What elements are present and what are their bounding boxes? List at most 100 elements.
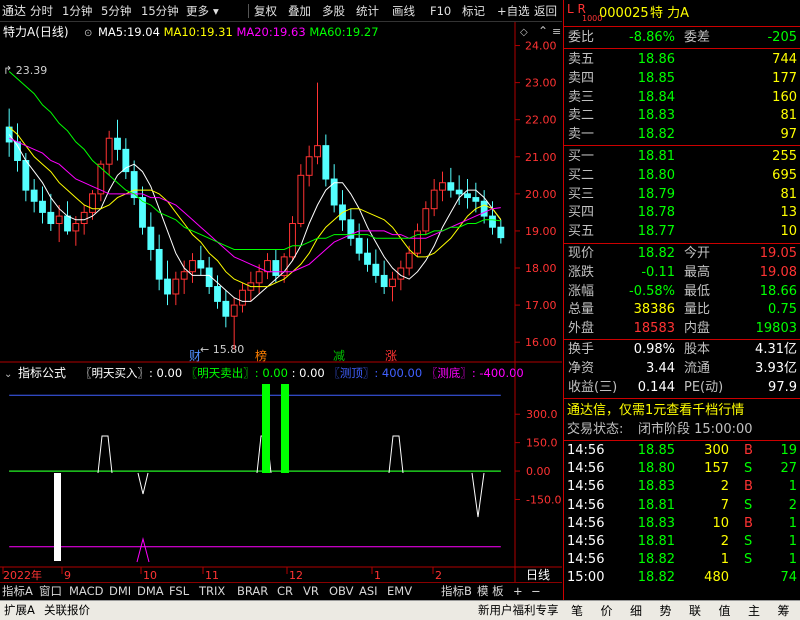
buy-level[interactable]: 买二 18.80 695 [564,167,800,185]
tick-row[interactable]: 14:56 18.80 157 S 27 [564,460,800,478]
marker-finance[interactable]: 财 [189,349,201,363]
candle-body [197,260,205,269]
candle-body [55,215,63,225]
tick-row[interactable]: 14:56 18.83 10 B 1 [564,515,800,533]
signal-peak [97,435,113,474]
buy-level[interactable]: 买四 18.78 13 [564,204,800,222]
indicator-tab-7[interactable]: BRAR [237,583,268,601]
status-related-quote[interactable]: 关联报价 [44,601,90,620]
toolbar-item-5min[interactable]: 5分钟 [101,0,131,22]
indicator-tab-1[interactable]: 窗口 [39,583,62,601]
marker-rise[interactable]: 涨 [385,348,397,363]
ma-values-line: MA5:19.04 MA10:19.31 MA20:19.63 MA60:19.… [98,25,379,39]
tick-row[interactable]: 14:56 18.83 2 B 1 [564,478,800,496]
candle-body [239,289,246,306]
sell-level[interactable]: 卖五 18.86 744 [564,51,800,69]
fundamental-row[interactable]: 净资 3.44 流通 3.93亿 [564,360,800,378]
tick-row[interactable]: 14:56 18.82 1 S 1 [564,551,800,569]
sell-level[interactable]: 卖二 18.83 81 [564,107,800,125]
indicator-tab-14[interactable]: 模 板 [477,583,504,601]
candle-body [389,278,396,288]
ad-banner[interactable]: 通达信，仅需1元查看千档行情 [564,402,800,420]
toolbar-item-multi[interactable]: 多股 [322,0,345,22]
indicator-tab-8[interactable]: CR [277,583,293,601]
chevron-down-icon[interactable]: ▾ [213,0,219,22]
toolbar-item-back[interactable]: 返回 [534,0,557,22]
stat-row[interactable]: 外盘 18583 内盘 19803 [564,320,800,338]
toolbar-item-more[interactable]: 更多 [186,0,209,22]
indicator-tab-9[interactable]: VR [303,583,319,601]
tick-row[interactable]: 15:00 18.82 480 74 [564,569,800,587]
quote-tab-1[interactable]: 价 [595,603,619,619]
quote-tab-0[interactable]: 笔 [565,603,589,619]
candle-body [39,200,46,213]
buy-level[interactable]: 买五 18.77 10 [564,223,800,241]
toolbar-item-overlay[interactable]: 叠加 [288,0,311,22]
candle-body [355,237,363,254]
quote-tab-4[interactable]: 联 [683,603,707,619]
chart-nav-diamond-icon[interactable]: ◇ [520,27,528,38]
stat-row[interactable]: 涨跌 -0.11 最高 19.08 [564,264,800,282]
indicator-values-line: 〖明天买入〗: 0.00 〖明天卖出〗: 0.00 : 0.00 〖测顶〗: 4… [80,366,524,380]
tick-row[interactable]: 14:56 18.81 7 S 2 [564,497,800,515]
indicator-tab-6[interactable]: TRIX [199,583,225,601]
chart-nav-menu-icon[interactable]: ≡ [552,25,561,38]
indicator-tab-11[interactable]: ASI [359,583,378,601]
quote-tab-6[interactable]: 主 [742,603,766,619]
toolbar-item-draw[interactable]: 画线 [392,0,415,22]
period-label[interactable]: 日线 [526,568,550,582]
price-tick-label: 23.00 [525,77,557,90]
indicator-tab-5[interactable]: FSL [169,583,189,601]
indicator-tab-15[interactable]: + [513,583,523,601]
indicator-tab-13[interactable]: 指标B [441,583,472,601]
date-label: 2 [435,569,442,582]
toolbar-item-15min[interactable]: 15分钟 [141,0,179,22]
stat-row[interactable]: 现价 18.82 今开 19.05 [564,245,800,263]
toolbar-item-1min[interactable]: 1分钟 [62,0,92,22]
wei-row: 委比 -8.86% 委差 -205 [568,30,797,45]
toolbar-item-f10[interactable]: F10 [430,0,451,22]
indicator-tab-10[interactable]: OBV [329,583,353,601]
quote-tab-3[interactable]: 势 [654,603,678,619]
toolbar-item-stats[interactable]: 统计 [356,0,379,22]
status-expand[interactable]: 扩展A [4,601,35,620]
fundamental-row[interactable]: 收益(三) 0.144 PE(动) 97.9 [564,379,800,397]
toolbar-item-timeshare[interactable]: 分时 [30,0,53,22]
tick-row[interactable]: 14:56 18.81 2 S 1 [564,533,800,551]
indicator-tab-16[interactable]: − [531,583,541,601]
date-label: 9 [64,569,71,582]
ma20-line [8,137,501,273]
indicator-tabs: 指标A 窗口 MACD DMI DMA FSL TRIX BRAR CR VR OBV ASI EMV 指… [0,582,562,600]
candle-body [497,226,505,239]
fundamental-row[interactable]: 换手 0.98% 股本 4.31亿 [564,341,800,359]
toolbar-item-adjust[interactable]: 复权 [254,0,277,22]
candle-body [89,193,96,213]
buy-level[interactable]: 买一 18.81 255 [564,148,800,166]
indicator-tab-2[interactable]: MACD [69,583,103,601]
indicator-tab-12[interactable]: EMV [387,583,412,601]
sell-level[interactable]: 卖一 18.82 97 [564,126,800,144]
indicator-series [9,384,501,563]
kline-chart[interactable]: 特力A(日线) ⊙ MA5:19.04 MA10:19.31 MA20:19.6… [0,22,562,582]
toolbar-item-add-watch[interactable]: +自选 [497,0,530,22]
tick-row[interactable]: 14:56 18.85 300 B 19 [564,442,800,460]
indicator-tab-0[interactable]: 指标A [2,583,33,601]
status-new-user[interactable]: 新用户福利专享 [478,601,559,620]
toolbar-item-mark[interactable]: 标记 [462,0,485,22]
marker-reduce[interactable]: 减 [333,349,345,363]
ma-toggle-icon[interactable]: ⊙ [84,28,92,39]
candle-body [114,137,121,150]
stat-row[interactable]: 总量 38386 量比 0.75 [564,301,800,319]
quote-tab-7[interactable]: 筹 [772,603,796,619]
buy-level[interactable]: 买三 18.79 81 [564,186,800,204]
marker-billboard[interactable]: 榜 [255,348,267,363]
sell-level[interactable]: 卖四 18.85 177 [564,70,800,88]
indicator-menu-icon[interactable]: ⌄ [4,369,12,380]
indicator-tab-4[interactable]: DMA [137,583,164,601]
quote-tab-2[interactable]: 细 [624,603,648,619]
stat-row[interactable]: 涨幅 -0.58% 最低 18.66 [564,283,800,301]
sell-level[interactable]: 卖三 18.84 160 [564,89,800,107]
chart-nav-up-icon[interactable]: ⌃ [538,24,548,38]
indicator-tab-3[interactable]: DMI [109,583,131,601]
quote-tab-5[interactable]: 值 [713,603,737,619]
